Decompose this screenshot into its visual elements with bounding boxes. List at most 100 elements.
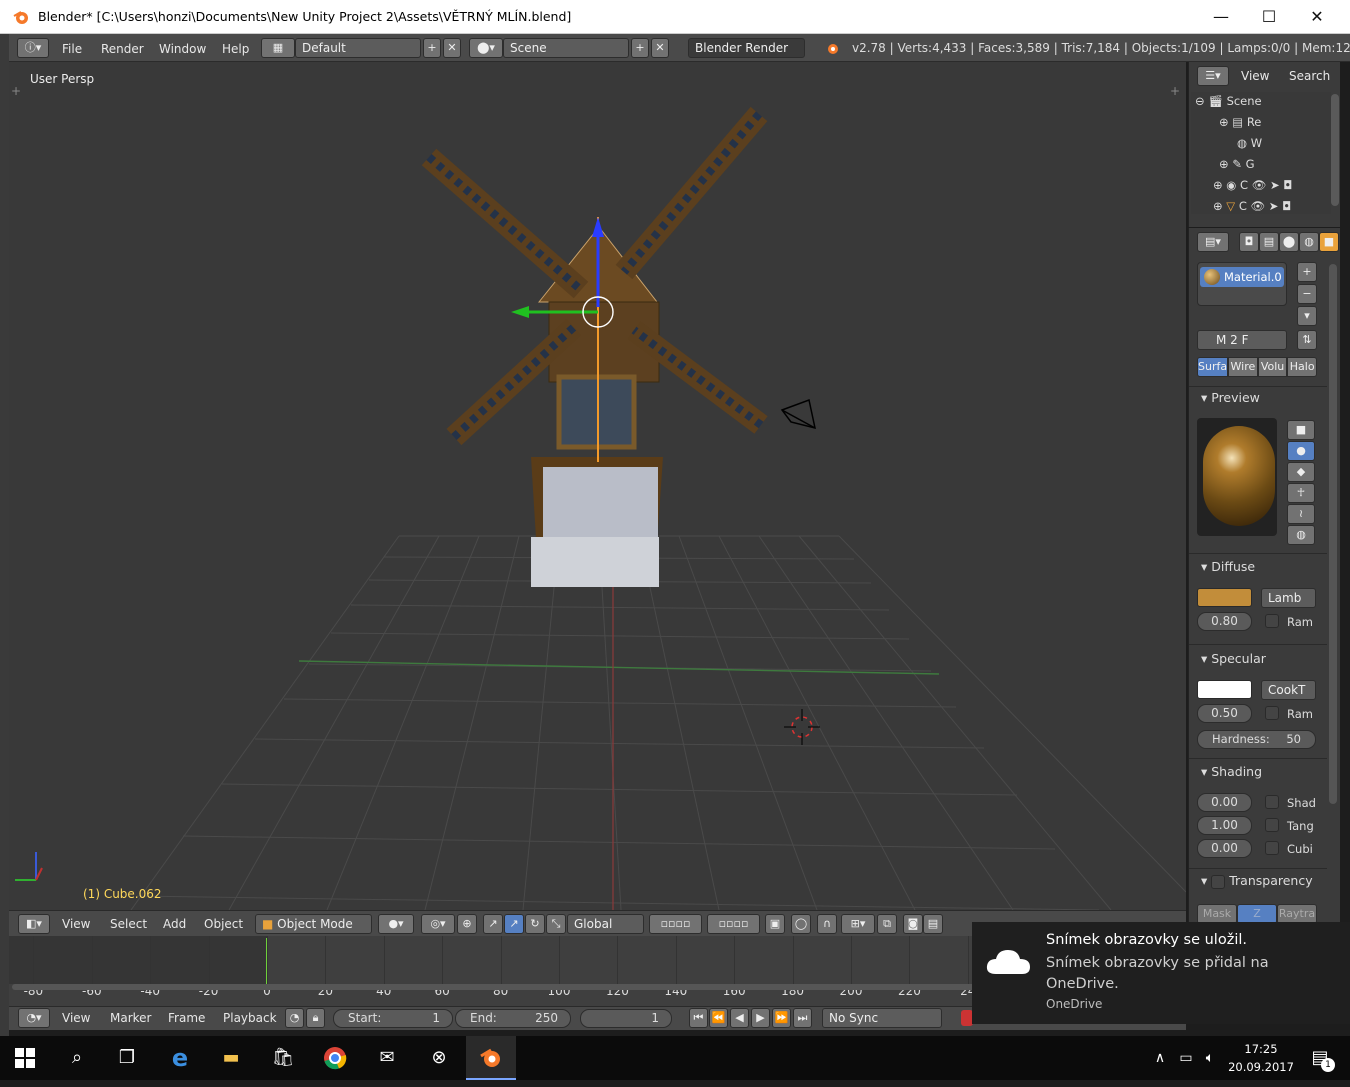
properties-scrollbar[interactable] [1329, 264, 1337, 804]
menu-render[interactable]: Render [101, 42, 144, 56]
rotate-manipulator-icon[interactable]: ↻ [525, 914, 545, 934]
world-tab-icon[interactable]: ◍ [1299, 232, 1319, 252]
scale-manipulator-icon[interactable]: ⤡ [546, 914, 566, 934]
layers-grid-1-icon[interactable]: ▫▫▫▫ [649, 914, 702, 934]
outliner-view-menu[interactable]: View [1241, 69, 1269, 83]
start-frame-field[interactable]: Start: 1 [333, 1009, 453, 1028]
3d-viewport[interactable]: User Persp (1) Cube.062 + + [9, 62, 1186, 910]
preview-monkey-icon[interactable]: ☥ [1287, 483, 1315, 503]
preview-header[interactable]: ▾ Preview [1201, 390, 1260, 405]
menu-view-timeline[interactable]: View [62, 1011, 90, 1025]
minimize-button[interactable]: — [1198, 0, 1244, 34]
tab-wire[interactable]: Wire [1228, 357, 1258, 377]
render-camera-icon[interactable]: ◘ [1283, 178, 1292, 192]
jump-end-icon[interactable]: ⏭ [793, 1008, 812, 1028]
blender-taskbar-icon[interactable] [466, 1036, 516, 1080]
mode-select[interactable]: ■ Object Mode [255, 914, 372, 934]
eye-icon-2[interactable]: 👁︎ [1251, 199, 1266, 213]
render-still-icon[interactable]: ◙ [903, 914, 923, 934]
outliner-row-camera[interactable]: ⊕ ◉ C 👁︎ ➤ ◘ [1213, 178, 1292, 192]
render-tab-icon[interactable]: ◘ [1239, 232, 1259, 252]
start-windows-icon[interactable] [0, 1036, 50, 1080]
preview-cube-icon[interactable]: ◆ [1287, 462, 1315, 482]
diffuse-shader-select[interactable]: Lamb [1261, 588, 1316, 608]
diffuse-intensity-field[interactable]: 0.80 [1197, 612, 1252, 631]
diffuse-header[interactable]: ▾ Diffuse [1201, 559, 1255, 574]
tangent-checkbox[interactable] [1265, 818, 1279, 832]
viewport-shading-icon[interactable]: ●▾ [378, 914, 414, 934]
tab-volume[interactable]: Volu [1257, 357, 1288, 377]
render-engine-select[interactable]: Blender Render [688, 38, 805, 58]
outliner-row-grease[interactable]: ⊕ ✎ G [1219, 157, 1255, 171]
shadeless-checkbox[interactable] [1265, 795, 1279, 809]
remove-material-slot-icon[interactable]: − [1297, 284, 1317, 304]
diffuse-color-swatch[interactable] [1197, 588, 1252, 607]
scene-field[interactable]: Scene [503, 38, 629, 58]
render-layers-tab-icon[interactable]: ▤ [1259, 232, 1279, 252]
menu-window[interactable]: Window [159, 42, 206, 56]
specular-ramp-checkbox[interactable] [1265, 706, 1279, 720]
outliner-row-scene[interactable]: ⊖ 🎬︎ Scene [1195, 94, 1262, 108]
render-animation-icon[interactable]: ▤ [923, 914, 943, 934]
tab-mask[interactable]: Mask [1197, 904, 1237, 924]
snap-align-icon[interactable]: ⧉ [877, 914, 897, 934]
editor-type-3d-icon[interactable]: ◧▾ [18, 914, 50, 934]
shading-header[interactable]: ▾ Shading [1201, 764, 1262, 779]
menu-frame[interactable]: Frame [168, 1011, 205, 1025]
delete-scene-icon[interactable]: ✕ [651, 38, 669, 58]
app-icon[interactable]: ⊗ [414, 1036, 464, 1080]
chrome-icon[interactable] [310, 1036, 360, 1080]
unlink-material-icon[interactable]: ⇅ [1297, 330, 1317, 350]
tool-shelf-toggle-icon[interactable]: + [11, 84, 21, 98]
outliner-row-mesh[interactable]: ⊕ ▽ C 👁︎ ➤ ◘ [1213, 199, 1291, 213]
menu-help[interactable]: Help [222, 42, 249, 56]
translucency-field[interactable]: 0.00 [1197, 839, 1252, 858]
add-scene-icon[interactable]: + [631, 38, 649, 58]
cubic-checkbox[interactable] [1265, 841, 1279, 855]
menu-view[interactable]: View [62, 917, 90, 931]
file-explorer-icon[interactable]: ▬ [206, 1036, 256, 1080]
play-icon[interactable]: ▶ [751, 1008, 770, 1028]
onedrive-notification[interactable]: Snímek obrazovky se uložil. Snímek obraz… [972, 922, 1350, 1024]
emit-field[interactable]: 0.00 [1197, 793, 1252, 812]
material-slot-selected[interactable]: Material.0 [1200, 267, 1284, 287]
sync-mode-select[interactable]: No Sync [822, 1008, 942, 1028]
volume-icon[interactable]: 🔈︎ [1198, 1036, 1222, 1080]
prev-keyframe-icon[interactable]: ⏪ [709, 1008, 728, 1028]
preview-hair-icon[interactable]: ≀ [1287, 504, 1315, 524]
preview-flat-icon[interactable]: ■ [1287, 420, 1315, 440]
snap-target-icon[interactable]: ⊞▾ [841, 914, 875, 934]
translate-active-icon[interactable]: ↗ [504, 914, 524, 934]
edge-browser-icon[interactable]: e [155, 1036, 205, 1080]
material-slot-list[interactable]: Material.0 [1197, 262, 1287, 306]
transform-orientation-select[interactable]: Global [567, 914, 644, 934]
scene-tab-icon[interactable]: ⬤ [1279, 232, 1299, 252]
add-layout-icon[interactable]: + [423, 38, 441, 58]
action-center-icon[interactable]: ▤ 1 [1300, 1036, 1340, 1080]
ambient-field[interactable]: 1.00 [1197, 816, 1252, 835]
tab-surface[interactable]: Surfa [1197, 357, 1229, 377]
manipulator-toggle-icon[interactable]: ⊕ [457, 914, 477, 934]
eye-icon[interactable]: 👁︎ [1252, 178, 1267, 192]
snap-magnet-icon[interactable]: ∩ [817, 914, 837, 934]
transparency-header[interactable]: ▾ Transparency [1201, 873, 1313, 889]
scene-icon[interactable]: ⬤▾ [469, 38, 503, 58]
layout-field[interactable]: Default [295, 38, 421, 58]
clock[interactable]: 17:25 20.09.2017 [1226, 1042, 1296, 1074]
outliner-scrollbar[interactable] [1331, 94, 1339, 206]
menu-object[interactable]: Object [204, 917, 243, 931]
material-specials-icon[interactable]: ▾ [1297, 306, 1317, 326]
cursor-icon-2[interactable]: ➤ [1269, 199, 1279, 213]
lock-icon[interactable]: 🔒︎ [306, 1008, 325, 1028]
specular-color-swatch[interactable] [1197, 680, 1252, 699]
menu-marker[interactable]: Marker [110, 1011, 151, 1025]
diffuse-ramp-checkbox[interactable] [1265, 614, 1279, 628]
preview-sky-icon[interactable]: ◍ [1287, 525, 1315, 545]
object-tab-icon[interactable]: ■ [1319, 232, 1339, 252]
next-keyframe-icon[interactable]: ⏩ [772, 1008, 791, 1028]
delete-layout-icon[interactable]: ✕ [443, 38, 461, 58]
specular-shader-select[interactable]: CookT [1261, 680, 1316, 700]
translate-manipulator-icon[interactable]: ↗ [483, 914, 503, 934]
current-frame-field[interactable]: 1 [580, 1009, 672, 1028]
task-view-icon[interactable]: ❐ [102, 1036, 152, 1080]
